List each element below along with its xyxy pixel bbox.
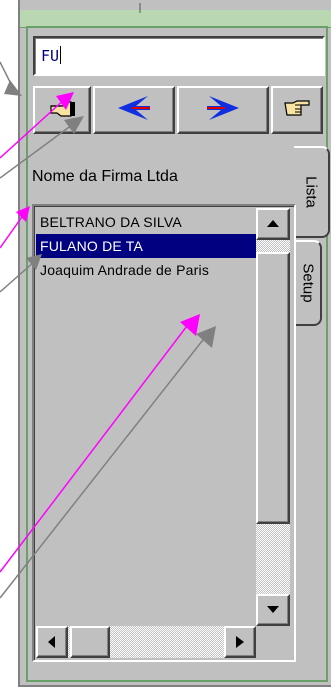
- top-edge: [20, 0, 331, 10]
- triangle-left-icon: [48, 636, 55, 648]
- firm-name-label: Nome da Firma Ltda: [32, 168, 178, 185]
- scrollbar-corner: [256, 626, 290, 658]
- pointing-hand-left-icon: [47, 96, 77, 125]
- scroll-down-button[interactable]: [256, 594, 290, 626]
- tab-setup[interactable]: Setup: [294, 240, 322, 326]
- tab-lista[interactable]: Lista: [294, 146, 330, 238]
- top-pointer-mark: [138, 0, 142, 13]
- scroll-right-button[interactable]: [224, 626, 256, 658]
- search-value: FU: [41, 47, 60, 65]
- next-button[interactable]: [177, 86, 269, 134]
- list-item[interactable]: BELTRANO DA SILVA: [36, 210, 256, 234]
- pointing-hand-right-icon: [283, 97, 311, 124]
- blue-arrow-right-icon: [203, 92, 243, 129]
- tab-lista-label: Lista: [302, 176, 320, 208]
- list-items-area: BELTRANO DA SILVA FULANO DE TA Joaquim A…: [36, 208, 256, 626]
- list-item-selected[interactable]: FULANO DE TA: [36, 234, 256, 258]
- horizontal-scrollbar[interactable]: [36, 626, 290, 658]
- triangle-up-icon: [267, 220, 279, 227]
- vertical-scrollbar[interactable]: [256, 208, 290, 626]
- scroll-left-button[interactable]: [36, 626, 68, 658]
- blue-arrow-left-icon: [114, 92, 154, 129]
- scroll-up-button[interactable]: [256, 208, 290, 240]
- triangle-right-icon: [236, 636, 244, 648]
- vertical-scroll-thumb[interactable]: [256, 252, 290, 524]
- hand-left-button[interactable]: [33, 86, 91, 134]
- search-input[interactable]: FU: [33, 36, 325, 76]
- hand-right-button[interactable]: [271, 86, 323, 134]
- text-caret: [60, 46, 62, 64]
- horizontal-scroll-thumb[interactable]: [70, 626, 110, 658]
- tab-setup-label: Setup: [299, 263, 317, 303]
- triangle-down-icon: [267, 606, 279, 613]
- list-item[interactable]: Joaquim Andrade de Paris: [36, 258, 256, 282]
- previous-button[interactable]: [93, 86, 175, 134]
